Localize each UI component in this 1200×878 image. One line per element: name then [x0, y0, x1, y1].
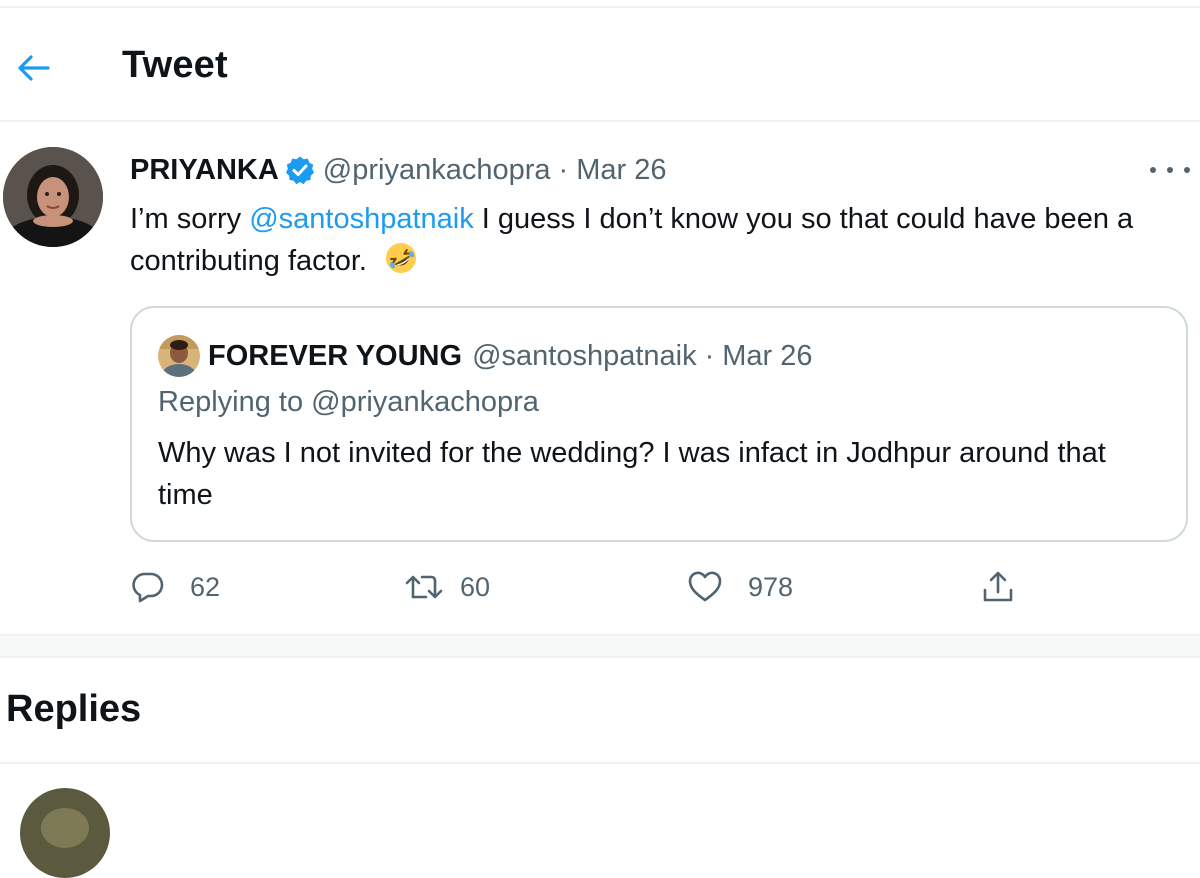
retweet-button[interactable]: 60 — [404, 564, 490, 610]
retweet-count: 60 — [460, 571, 491, 602]
more-button[interactable] — [1150, 160, 1190, 180]
timestamp[interactable]: Mar 26 — [576, 154, 666, 187]
separator: · — [558, 153, 569, 186]
quoted-tweet-text: Why was I not invited for the wedding? I… — [158, 437, 1106, 511]
section-divider — [0, 634, 1200, 658]
retweet-icon — [405, 575, 443, 599]
tweet-header: PRIYANKA @priyankachopra · Mar 26 — [130, 150, 666, 190]
share-button[interactable] — [980, 564, 1016, 610]
page-header: Tweet — [0, 8, 1200, 122]
avatar[interactable] — [3, 147, 103, 247]
tweet-text: I’m sorry @santoshpatnaik I guess I don’… — [130, 198, 1190, 282]
reply-bubble-icon — [132, 572, 164, 603]
quoted-tweet-header: FOREVER YOUNG @santoshpatnaik · Mar 26 — [158, 334, 813, 378]
tweet-text-prefix: I’m sorry — [130, 203, 250, 235]
verified-badge-icon — [285, 155, 315, 185]
quoted-timestamp: Mar 26 — [722, 339, 813, 372]
quoted-handle: @santoshpatnaik — [472, 339, 697, 372]
reply-button[interactable]: 62 — [130, 564, 220, 610]
quoted-tweet[interactable]: FOREVER YOUNG @santoshpatnaik · Mar 26 R… — [130, 306, 1188, 542]
tweet-actions: 62 60 978 — [130, 564, 1130, 610]
back-button[interactable] — [12, 46, 56, 90]
mention-link[interactable]: @santoshpatnaik — [249, 203, 474, 235]
reply-count: 62 — [190, 571, 221, 602]
page-title: Tweet — [122, 44, 228, 86]
replying-to: Replying to @priyankachopra — [158, 386, 539, 418]
handle[interactable]: @priyankachopra — [323, 154, 551, 187]
replies-heading: Replies — [6, 688, 142, 730]
like-count: 978 — [748, 571, 794, 602]
arrow-left-icon — [18, 55, 50, 81]
quoted-avatar[interactable] — [158, 335, 200, 377]
like-button[interactable]: 978 — [686, 564, 793, 610]
separator: · — [704, 339, 715, 372]
tweet[interactable]: PRIYANKA @priyankachopra · Mar 26 I’m so… — [0, 124, 1200, 634]
reply-avatar[interactable] — [20, 788, 110, 878]
replies-divider — [0, 762, 1200, 764]
more-dots-icon — [1150, 167, 1156, 173]
rolling-on-the-floor-laughing-emoji — [383, 240, 419, 276]
share-icon — [983, 571, 1013, 602]
display-name[interactable]: PRIYANKA — [130, 154, 279, 187]
heart-icon — [688, 571, 722, 602]
quoted-display-name: FOREVER YOUNG — [208, 339, 463, 372]
